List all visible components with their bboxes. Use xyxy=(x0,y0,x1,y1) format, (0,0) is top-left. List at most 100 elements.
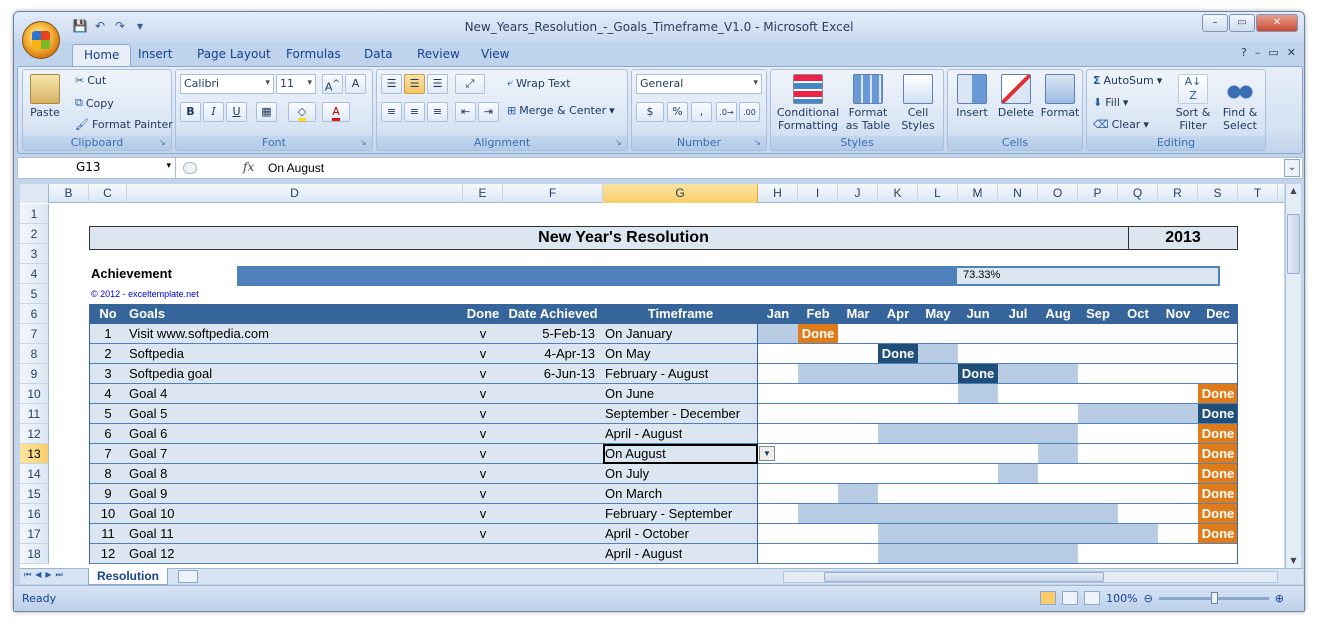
row-header-4[interactable]: 4 xyxy=(20,264,49,284)
row-header-18[interactable]: 18 xyxy=(20,544,49,564)
column-header-g[interactable]: G xyxy=(603,184,758,203)
sheet-tab-resolution[interactable]: Resolution xyxy=(88,568,168,585)
horizontal-scroll-thumb[interactable] xyxy=(824,572,1104,582)
row-header-3[interactable]: 3 xyxy=(20,244,49,264)
format-cells-button[interactable]: Format xyxy=(1038,74,1082,119)
column-header-l[interactable]: L xyxy=(918,184,958,203)
paste-button[interactable]: Paste xyxy=(27,74,63,119)
row-header-16[interactable]: 16 xyxy=(20,504,49,524)
row-header-9[interactable]: 9 xyxy=(20,364,49,384)
wrap-text-button[interactable]: ⤶ Wrap Text xyxy=(507,76,571,90)
currency-button[interactable]: $ xyxy=(636,102,664,122)
column-header-i[interactable]: I xyxy=(798,184,838,203)
column-header-j[interactable]: J xyxy=(838,184,878,203)
minimize-button[interactable]: – xyxy=(1202,14,1228,32)
column-header-t[interactable]: T xyxy=(1238,184,1278,203)
column-header-o[interactable]: O xyxy=(1038,184,1078,203)
column-header-c[interactable]: C xyxy=(89,184,127,203)
borders-button[interactable]: ▦ xyxy=(256,102,277,122)
sort-filter-button[interactable]: A↓ Z Sort & Filter xyxy=(1171,74,1215,132)
office-button[interactable] xyxy=(22,21,60,59)
page-break-view-icon[interactable] xyxy=(1084,591,1101,605)
align-top-button[interactable]: ☰ xyxy=(381,74,402,94)
row-header-2[interactable]: 2 xyxy=(20,224,49,244)
percent-button[interactable]: % xyxy=(667,102,688,122)
tab-view[interactable]: View xyxy=(481,47,509,61)
font-size-select[interactable]: 11 xyxy=(276,74,316,94)
zoom-out-icon[interactable]: ⊖ xyxy=(1144,592,1153,605)
row-header-7[interactable]: 7 xyxy=(20,324,49,344)
zoom-slider-thumb[interactable] xyxy=(1210,591,1218,604)
decrease-decimal-button[interactable]: .00 xyxy=(739,102,760,122)
find-select-button[interactable]: Find & Select xyxy=(1217,74,1263,132)
active-cell-g13[interactable] xyxy=(603,444,758,464)
align-left-button[interactable]: ≡ xyxy=(381,102,402,122)
worksheet-grid[interactable]: B C D E F G H I J K L M N O P Q R S T 1 2 3 4 5 6 7 8 9 10 11 12 13 14 15… xyxy=(20,184,1284,568)
row-header-14[interactable]: 14 xyxy=(20,464,49,484)
font-color-button[interactable]: A xyxy=(322,102,350,122)
increase-indent-button[interactable]: ⇥ xyxy=(478,102,499,122)
column-header-r[interactable]: R xyxy=(1158,184,1198,203)
font-name-select[interactable]: Calibri xyxy=(180,74,274,94)
tab-data[interactable]: Data xyxy=(364,47,393,61)
column-header-p[interactable]: P xyxy=(1078,184,1118,203)
validation-dropdown-button[interactable]: ▼ xyxy=(759,446,775,461)
merge-center-button[interactable]: ⊞ Merge & Center ▾ xyxy=(507,104,615,117)
page-layout-view-icon[interactable] xyxy=(1062,591,1079,605)
name-box[interactable]: G13 xyxy=(18,158,176,178)
italic-button[interactable]: I xyxy=(203,102,224,122)
number-format-select[interactable]: General xyxy=(636,74,762,94)
font-launcher-icon[interactable]: ↘ xyxy=(360,139,369,148)
fill-color-button[interactable]: ◇ xyxy=(288,102,316,122)
horizontal-scrollbar[interactable] xyxy=(783,571,1278,583)
bold-button[interactable]: B xyxy=(180,102,201,122)
row-header-17[interactable]: 17 xyxy=(20,524,49,544)
orientation-button[interactable]: ⤢ xyxy=(455,74,485,94)
fill-button[interactable]: ⬇ Fill ▾ xyxy=(1093,96,1128,109)
underline-button[interactable]: U xyxy=(226,102,247,122)
conditional-formatting-button[interactable]: Conditional Formatting xyxy=(773,74,843,132)
cut-button[interactable]: ✂ Cut xyxy=(75,74,106,87)
column-header-k[interactable]: K xyxy=(878,184,918,203)
scroll-up-icon[interactable]: ▲ xyxy=(1286,184,1301,198)
cell-styles-button[interactable]: Cell Styles xyxy=(895,74,941,132)
column-header-h[interactable]: H xyxy=(758,184,798,203)
select-all-corner[interactable] xyxy=(20,184,49,203)
scroll-down-icon[interactable]: ▼ xyxy=(1286,554,1301,568)
zoom-level[interactable]: 100% xyxy=(1106,592,1137,605)
autosum-button[interactable]: Σ AutoSum ▾ xyxy=(1093,74,1162,87)
vertical-scroll-thumb[interactable] xyxy=(1287,214,1300,274)
insert-sheet-icon[interactable] xyxy=(178,570,198,583)
clear-button[interactable]: ⌫ Clear ▾ xyxy=(1093,118,1149,131)
row-header-5[interactable]: 5 xyxy=(20,284,49,304)
column-header-f[interactable]: F xyxy=(503,184,603,203)
column-header-n[interactable]: N xyxy=(998,184,1038,203)
minimize-workbook-icon[interactable]: – xyxy=(1255,46,1261,59)
row-header-12[interactable]: 12 xyxy=(20,424,49,444)
formula-input[interactable]: On August xyxy=(268,161,324,175)
delete-cells-button[interactable]: Delete xyxy=(994,74,1038,119)
increase-decimal-button[interactable]: .0→ xyxy=(716,102,737,122)
row-header-10[interactable]: 10 xyxy=(20,384,49,404)
align-right-button[interactable]: ≡ xyxy=(427,102,448,122)
vertical-scrollbar[interactable]: ▲ ▼ xyxy=(1285,184,1301,568)
restore-workbook-icon[interactable]: ▭ xyxy=(1268,46,1278,59)
insert-function[interactable]: fx xyxy=(183,159,263,177)
tab-review[interactable]: Review xyxy=(417,47,460,61)
grow-font-button[interactable]: A^ xyxy=(322,74,343,94)
column-header-b[interactable]: B xyxy=(49,184,89,203)
format-as-table-button[interactable]: Format as Table xyxy=(843,74,893,132)
row-header-13[interactable]: 13 xyxy=(20,444,49,464)
zoom-slider[interactable] xyxy=(1158,591,1269,604)
insert-cells-button[interactable]: Insert xyxy=(950,74,994,119)
copy-button[interactable]: ⧉ Copy xyxy=(75,96,114,110)
decrease-indent-button[interactable]: ⇤ xyxy=(455,102,476,122)
sheet-nav-arrows-icon[interactable]: ⏮◀▶⏭ xyxy=(24,570,67,580)
clipboard-launcher-icon[interactable]: ↘ xyxy=(159,139,168,148)
tab-formulas[interactable]: Formulas xyxy=(286,47,341,61)
comma-button[interactable]: , xyxy=(691,102,712,122)
tab-insert[interactable]: Insert xyxy=(138,47,172,61)
column-header-e[interactable]: E xyxy=(463,184,503,203)
column-header-m[interactable]: M xyxy=(958,184,998,203)
help-icon[interactable]: ? xyxy=(1241,46,1247,59)
